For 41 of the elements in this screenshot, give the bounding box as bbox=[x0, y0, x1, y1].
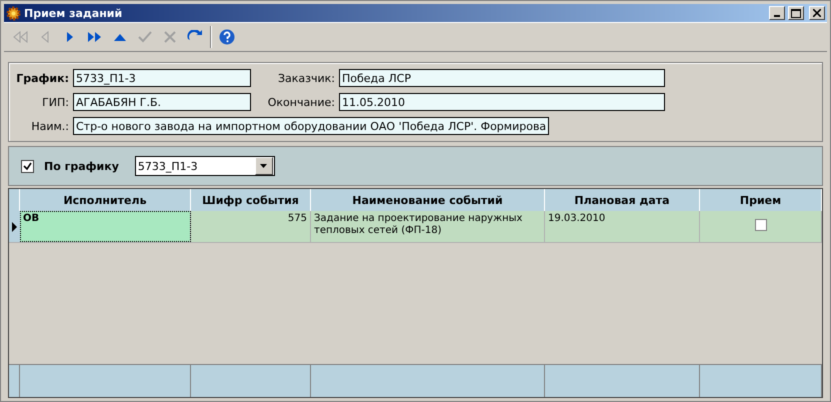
column-header[interactable]: Наименование событий bbox=[311, 189, 545, 211]
minimize-button[interactable] bbox=[769, 6, 785, 20]
input-field[interactable]: 5733_П1-3 bbox=[73, 69, 251, 87]
table-cell: Задание на проектирование наружных тепловых сетей (ФП-18) bbox=[311, 211, 545, 242]
table-cell: ОВ bbox=[20, 211, 191, 242]
field-label: График: bbox=[15, 72, 69, 84]
dropdown[interactable]: 5733_П1-3 bbox=[134, 156, 275, 176]
input-field[interactable]: 11.05.2010 bbox=[339, 93, 665, 111]
check-icon bbox=[138, 31, 152, 43]
field-label: Окончание: bbox=[266, 96, 335, 108]
input-field[interactable]: Стр-о нового завода на импортном оборудовании ОАО 'Победа ЛСР'. Формирова bbox=[73, 117, 550, 135]
checkbox[interactable] bbox=[21, 160, 34, 172]
field-label: Наим.: bbox=[30, 120, 69, 132]
close-button[interactable] bbox=[809, 6, 825, 20]
double-right-arrow-icon bbox=[87, 31, 103, 43]
window-title: Прием заданий bbox=[24, 6, 124, 20]
column-header[interactable]: Исполнитель bbox=[20, 189, 191, 211]
cross-icon bbox=[164, 31, 176, 43]
field-label: Заказчик: bbox=[276, 72, 335, 84]
column-header[interactable]: Прием bbox=[700, 189, 822, 211]
double-left-arrow-icon bbox=[12, 31, 28, 43]
right-arrow-icon bbox=[65, 31, 75, 43]
current-row-icon bbox=[12, 222, 17, 232]
caret-icon bbox=[260, 164, 268, 168]
checkbox[interactable] bbox=[754, 219, 766, 231]
left-arrow-icon bbox=[40, 31, 50, 43]
close-icon bbox=[813, 9, 821, 17]
field-label: ГИП: bbox=[41, 96, 69, 108]
help-icon bbox=[219, 29, 235, 45]
gear-icon bbox=[6, 6, 21, 20]
help-button[interactable] bbox=[217, 27, 237, 47]
column-header[interactable]: Плановая дата bbox=[545, 189, 700, 211]
table-cell: 19.03.2010 bbox=[545, 211, 700, 242]
up-arrow-icon bbox=[113, 32, 127, 42]
input-field[interactable]: Победа ЛСР bbox=[339, 69, 665, 87]
input-field[interactable]: АГАБАБЯН Г.Б. bbox=[73, 93, 251, 111]
table-cell: 575 bbox=[191, 211, 311, 242]
column-header[interactable]: Шифр события bbox=[191, 189, 311, 211]
maximize-button[interactable] bbox=[788, 6, 804, 20]
maximize-icon bbox=[791, 8, 801, 18]
checkbox-label: По графику bbox=[44, 160, 119, 172]
